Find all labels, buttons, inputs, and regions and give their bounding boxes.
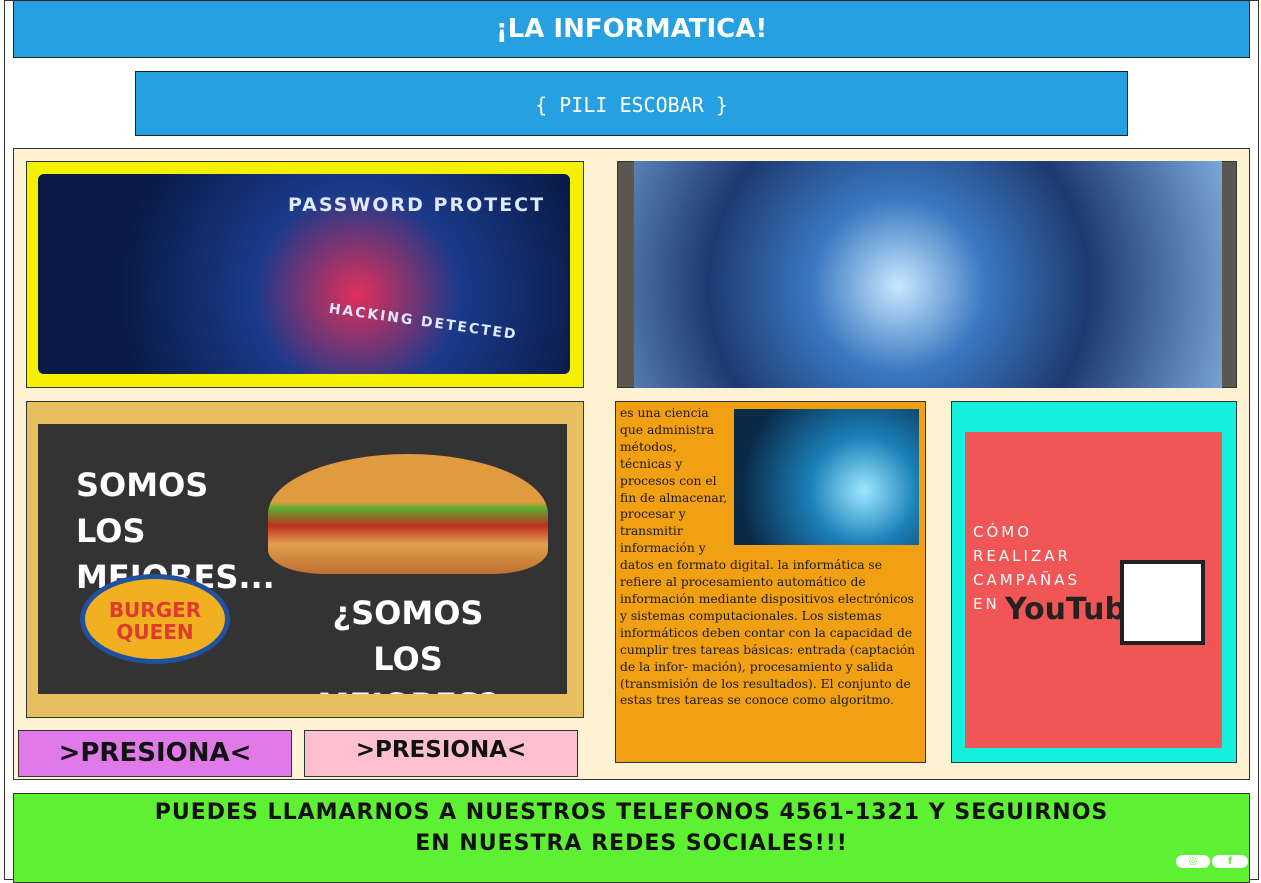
tech-hand-image xyxy=(634,161,1222,388)
press-button-1[interactable]: >PRESIONA< xyxy=(18,730,292,777)
burger-queen-logo: BURGER QUEEN xyxy=(80,574,230,664)
film-icon xyxy=(1120,560,1205,645)
security-image: PASSWORD PROTECT HACKING DETECTED xyxy=(38,174,570,374)
footer-text: PUEDES LLAMARNOS A NUESTROS TELEFONOS 45… xyxy=(154,800,1109,856)
author-banner: { PILI ESCOBAR } xyxy=(135,71,1128,136)
page-title: ¡LA INFORMATICA! xyxy=(13,0,1250,58)
youtube-ad-image: CÓMO REALIZAR CAMPAÑAS EN YouTube xyxy=(965,432,1222,748)
article-box: es una ciencia que administra métodos, t… xyxy=(615,401,926,763)
instagram-icon[interactable]: ◎ xyxy=(1176,855,1210,868)
burger-ad-image: SOMOS LOS MEJORES... BURGER QUEEN ¿SOMOS… xyxy=(38,424,567,694)
network-laptops-image xyxy=(734,409,919,545)
ad-text: ¿SOMOS LOS MEJORES? xyxy=(318,594,499,694)
image-caption: PASSWORD PROTECT xyxy=(288,194,546,216)
image-caption: HACKING DETECTED xyxy=(327,300,519,344)
burger-icon xyxy=(268,454,548,574)
press-button-2[interactable]: >PRESIONA< xyxy=(304,730,578,777)
facebook-icon[interactable]: f xyxy=(1212,855,1248,868)
